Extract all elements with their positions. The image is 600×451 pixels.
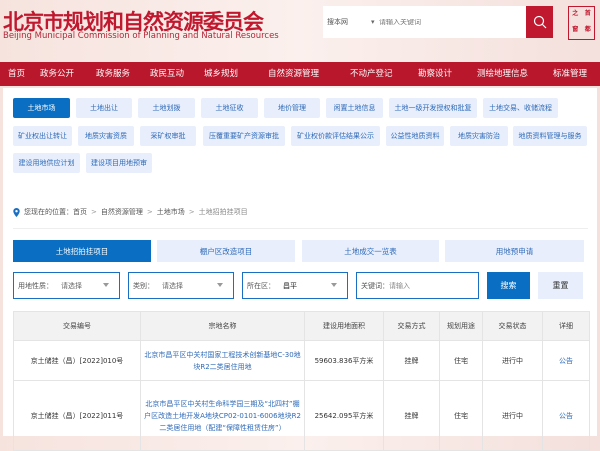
- subnav-tag[interactable]: 矿业权价款评估结果公示: [291, 126, 380, 146]
- logo-char: 窗: [572, 26, 579, 33]
- subnav-tag[interactable]: 地质资料管理与服务: [513, 126, 587, 146]
- cell-status: 进行中: [482, 340, 543, 381]
- search-scope-select[interactable]: 搜本网: [327, 17, 371, 27]
- dropdown-arrow-icon: [217, 283, 223, 290]
- breadcrumb: 您现在的位置：首页 > 自然资源管理 > 土地市场 > 土地招拍挂项目: [13, 207, 248, 217]
- subnav-tag[interactable]: 土地划拨: [138, 98, 195, 118]
- cell-area: 25642.095平方米: [304, 380, 384, 451]
- subnav-tag[interactable]: 土地出让: [76, 98, 132, 118]
- column-header: 建设用地面积: [304, 311, 384, 341]
- breadcrumb-link[interactable]: 土地市场: [157, 207, 185, 217]
- tab-land-deals[interactable]: 土地成交一览表: [302, 240, 439, 262]
- column-header: 规划用途: [439, 311, 483, 341]
- nav-item[interactable]: 城乡规划: [204, 62, 238, 86]
- nav-item[interactable]: 不动产登记: [350, 62, 393, 86]
- results-table: 交易编号 宗地名称 建设用地面积 交易方式 规划用途 交易状态 详细 京土储挂（…: [13, 311, 590, 451]
- subnav-tag[interactable]: 土地交易、收储流程: [483, 98, 558, 118]
- subnav-tag[interactable]: 压覆重要矿产资源审批: [203, 126, 285, 146]
- notice-link[interactable]: 公告: [542, 340, 590, 381]
- subnav-tag[interactable]: 土地征收: [201, 98, 258, 118]
- cell-method: 挂牌: [383, 340, 440, 381]
- nav-item[interactable]: 政务服务: [96, 62, 130, 86]
- column-header: 详细: [542, 311, 590, 341]
- tab-shantytown[interactable]: 棚户区改造项目: [157, 240, 295, 262]
- land-use-select[interactable]: 用地性质： 请选择: [13, 272, 120, 299]
- subnav-tag[interactable]: 采矿权审批: [140, 126, 196, 146]
- column-header: 交易编号: [13, 311, 141, 341]
- search-button[interactable]: [526, 6, 553, 38]
- tab-land-auction[interactable]: 土地招拍挂项目: [13, 240, 151, 262]
- keyword-input[interactable]: 关键词： 请输入: [356, 272, 479, 299]
- caret-icon: ▾: [371, 18, 375, 26]
- breadcrumb-link[interactable]: 首页: [73, 208, 87, 216]
- cell-area: 59603.836平方米: [304, 340, 384, 381]
- site-search: 搜本网 ▾: [323, 6, 526, 38]
- cell-trade-no: 京土储挂（昌）[2022]010号: [13, 340, 141, 381]
- column-header: 宗地名称: [140, 311, 305, 341]
- nav-item[interactable]: 政民互动: [150, 62, 184, 86]
- notice-link[interactable]: 公告: [542, 380, 590, 451]
- tab-pre-application[interactable]: 用地预申请: [445, 240, 584, 262]
- subnav-tag[interactable]: 地质灾害资质: [78, 126, 134, 146]
- category-select[interactable]: 类别： 请选择: [128, 272, 234, 299]
- subnav-tag[interactable]: 土地市场: [13, 98, 70, 118]
- cell-use: 住宅: [439, 380, 483, 451]
- nav-item[interactable]: 自然资源管理: [268, 62, 319, 86]
- cell-status: 进行中: [482, 380, 543, 451]
- dropdown-arrow-icon: [331, 283, 337, 290]
- dropdown-arrow-icon: [103, 283, 109, 290]
- breadcrumb-current: 土地招拍挂项目: [198, 208, 248, 216]
- search-submit-button[interactable]: 搜索: [487, 272, 530, 299]
- subnav-tag[interactable]: 公益性地质资料: [386, 126, 444, 146]
- search-icon: [533, 15, 546, 29]
- logo-char: 首: [584, 10, 591, 17]
- district-select[interactable]: 所在区： 昌平: [242, 272, 348, 299]
- capital-window-logo[interactable]: 之首窗都: [568, 6, 595, 40]
- column-header: 交易状态: [482, 311, 543, 341]
- table-header: 交易编号 宗地名称 建设用地面积 交易方式 规划用途 交易状态 详细: [13, 311, 590, 341]
- table-row: 京土储挂（昌）[2022]011号 北京市昌平区中关村生命科学园三期及“北四村”…: [13, 380, 590, 451]
- search-input[interactable]: [379, 18, 519, 26]
- parcel-name-link[interactable]: 北京市昌平区中关村生命科学园三期及“北四村”棚户区改造土地开发A地块CP02-0…: [140, 380, 305, 451]
- parcel-name-link[interactable]: 北京市昌平区中关村国家工程技术创新基地C-30地块R2二类居住用地: [140, 340, 305, 381]
- main-nav: 首页 政务公开 政务服务 政民互动 城乡规划 自然资源管理 不动产登记 勘察设计…: [0, 62, 600, 86]
- subnav-tag[interactable]: 矿业权出让转让: [13, 126, 72, 146]
- nav-item[interactable]: 政务公开: [40, 62, 74, 86]
- cell-trade-no: 京土储挂（昌）[2022]011号: [13, 380, 141, 451]
- column-header: 交易方式: [383, 311, 440, 341]
- breadcrumb-prefix: 您现在的位置：首页: [24, 208, 87, 216]
- cell-use: 住宅: [439, 340, 483, 381]
- table-row: 京土储挂（昌）[2022]010号 北京市昌平区中关村国家工程技术创新基地C-3…: [13, 340, 590, 381]
- subnav-tag[interactable]: 闲置土地信息: [326, 98, 383, 118]
- subnav-tag[interactable]: 地质灾害防治: [450, 126, 508, 146]
- reset-button[interactable]: 重置: [538, 272, 583, 299]
- subnav-tag[interactable]: 土地一级开发授权和批复: [389, 98, 477, 118]
- divider: [13, 228, 588, 229]
- subnav-tag[interactable]: 地价管理: [264, 98, 320, 118]
- logo-char: 都: [584, 26, 591, 33]
- logo-char: 之: [572, 10, 579, 17]
- site-subtitle: Beijing Municipal Commission of Planning…: [3, 31, 279, 41]
- subnav-tag[interactable]: 建设用地供应计划: [13, 153, 80, 173]
- cell-method: 挂牌: [383, 380, 440, 451]
- nav-item[interactable]: 测绘地理信息: [477, 62, 528, 86]
- nav-item[interactable]: 勘察设计: [418, 62, 452, 86]
- location-pin-icon: [13, 207, 20, 217]
- nav-item[interactable]: 标准管理: [553, 62, 587, 86]
- breadcrumb-link[interactable]: 自然资源管理: [101, 207, 143, 217]
- nav-item[interactable]: 首页: [8, 62, 25, 86]
- subnav-tag[interactable]: 建设项目用地预审: [86, 153, 152, 173]
